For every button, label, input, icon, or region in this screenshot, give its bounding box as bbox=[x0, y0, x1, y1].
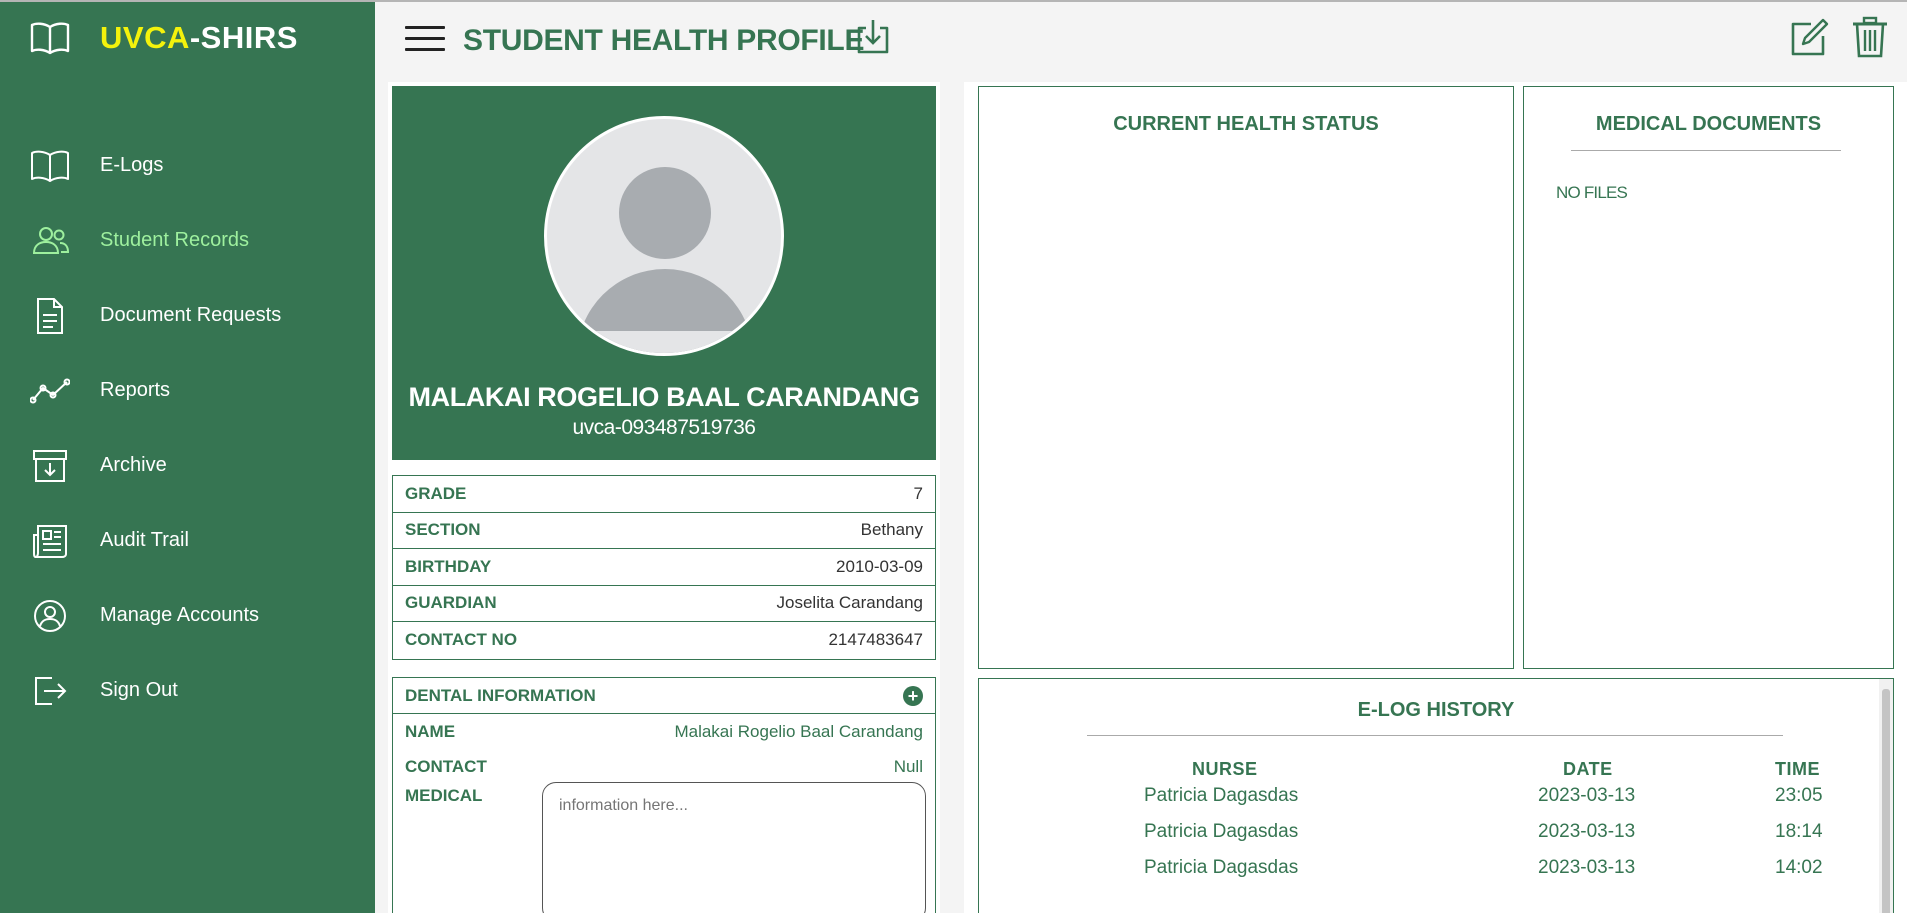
dental-name-row: NAME Malakai Rogelio Baal Carandang bbox=[393, 714, 935, 749]
brand-name-rest: -SHIRS bbox=[189, 20, 298, 55]
profile-column: MALAKAI ROGELIO BAAL CARANDANG uvca-0934… bbox=[388, 82, 940, 913]
info-row-grade: GRADE 7 bbox=[393, 476, 935, 513]
sidebar-item-label: E-Logs bbox=[100, 154, 164, 176]
sidebar-item-label: Sign Out bbox=[100, 679, 178, 701]
sidebar-item-label: Manage Accounts bbox=[100, 604, 259, 626]
info-value: Joselita Carandang bbox=[776, 593, 923, 613]
health-status-title: CURRENT HEALTH STATUS bbox=[1113, 113, 1379, 135]
info-row-birthday: BIRTHDAY 2010-03-09 bbox=[393, 549, 935, 586]
time-cell: 23:05 bbox=[1775, 785, 1823, 806]
sidebar-item-sign-out[interactable]: Sign Out bbox=[0, 653, 375, 728]
table-row[interactable]: Patricia Dagasdas 2023-03-13 18:14 bbox=[979, 821, 1879, 851]
date-cell: 2023-03-13 bbox=[1538, 857, 1636, 878]
dental-medical-row: MEDICAL bbox=[393, 782, 935, 913]
sidebar-item-e-logs[interactable]: E-Logs bbox=[0, 128, 375, 203]
dental-name-label: NAME bbox=[405, 721, 456, 741]
trash-icon[interactable] bbox=[1850, 16, 1890, 58]
student-info-table: GRADE 7 SECTION Bethany BIRTHDAY 2010-03-09… bbox=[392, 475, 936, 660]
info-row-guardian: GUARDIAN Joselita Carandang bbox=[393, 586, 935, 622]
avatar bbox=[544, 116, 784, 356]
sidebar-item-audit-trail[interactable]: Audit Trail bbox=[0, 503, 375, 578]
info-value: Bethany bbox=[860, 520, 923, 540]
dental-contact-label: CONTACT bbox=[405, 756, 487, 776]
info-label: BIRTHDAY bbox=[405, 556, 492, 576]
divider bbox=[1571, 150, 1841, 151]
scrollbar[interactable] bbox=[1879, 679, 1893, 913]
users-icon bbox=[32, 226, 70, 254]
add-icon[interactable]: + bbox=[903, 685, 923, 706]
scrollbar-thumb[interactable] bbox=[1882, 689, 1890, 913]
sidebar-item-label: Student Records bbox=[100, 229, 249, 251]
dental-medical-label: MEDICAL bbox=[405, 786, 483, 805]
page-title: STUDENT HEALTH PROFILE bbox=[463, 24, 865, 57]
brand-name: UVCA-SHIRS bbox=[100, 20, 298, 56]
column-header-nurse: NURSE bbox=[1192, 759, 1258, 779]
info-value: 2147483647 bbox=[828, 630, 923, 650]
menu-toggle-icon[interactable] bbox=[405, 26, 445, 56]
medical-documents-panel: MEDICAL DOCUMENTS NO FILES bbox=[1523, 86, 1894, 669]
table-row[interactable]: Patricia Dagasdas 2023-03-13 23:05 bbox=[979, 785, 1879, 815]
download-icon[interactable] bbox=[853, 16, 893, 56]
date-cell: 2023-03-13 bbox=[1538, 785, 1636, 806]
sidebar-item-reports[interactable]: Reports bbox=[0, 353, 375, 428]
info-label: SECTION bbox=[405, 520, 481, 540]
book-icon bbox=[31, 150, 69, 182]
sidebar-item-label: Archive bbox=[100, 454, 167, 476]
sidebar-nav: E-Logs Student Records Document Requests… bbox=[0, 128, 375, 728]
sidebar-item-manage-accounts[interactable]: Manage Accounts bbox=[0, 578, 375, 653]
dental-name-value: Malakai Rogelio Baal Carandang bbox=[674, 721, 923, 741]
sidebar-item-student-records[interactable]: Student Records bbox=[0, 203, 375, 278]
health-status-panel: CURRENT HEALTH STATUS bbox=[978, 86, 1514, 669]
table-row[interactable]: Patricia Dagasdas 2023-03-13 14:02 bbox=[979, 857, 1879, 887]
info-label: GRADE bbox=[405, 483, 467, 503]
info-value: 7 bbox=[913, 483, 923, 503]
info-value: 2010-03-09 bbox=[836, 556, 923, 576]
column-header-date: DATE bbox=[1563, 759, 1613, 779]
sign-out-icon bbox=[35, 676, 67, 705]
newspaper-icon bbox=[33, 524, 67, 558]
no-files-text: NO FILES bbox=[1556, 183, 1628, 202]
dental-title: DENTAL INFORMATION bbox=[405, 685, 596, 705]
elog-history-title: E-LOG HISTORY bbox=[1357, 699, 1515, 721]
edit-icon[interactable] bbox=[1789, 18, 1829, 58]
document-icon bbox=[37, 297, 63, 334]
time-cell: 14:02 bbox=[1775, 857, 1823, 878]
sidebar-item-label: Reports bbox=[100, 379, 171, 401]
sidebar-item-label: Document Requests bbox=[100, 304, 282, 326]
nurse-cell: Patricia Dagasdas bbox=[1144, 785, 1299, 806]
dental-information: DENTAL INFORMATION + NAME Malakai Rogelio… bbox=[392, 677, 936, 913]
top-bar: STUDENT HEALTH PROFILE bbox=[375, 2, 1907, 82]
right-column: CURRENT HEALTH STATUS MEDICAL DOCUMENTS … bbox=[964, 82, 1907, 913]
info-row-section: SECTION Bethany bbox=[393, 513, 935, 549]
user-circle-icon bbox=[34, 599, 66, 632]
column-header-time: TIME bbox=[1775, 759, 1820, 779]
info-label: CONTACT NO bbox=[405, 630, 518, 650]
date-cell: 2023-03-13 bbox=[1538, 821, 1636, 842]
sidebar-item-archive[interactable]: Archive bbox=[0, 428, 375, 503]
time-cell: 18:14 bbox=[1775, 821, 1823, 842]
book-icon bbox=[30, 22, 70, 55]
elog-history-panel: E-LOG HISTORY NURSE DATE TIME Patricia D… bbox=[978, 678, 1894, 913]
dental-contact-value: Null bbox=[893, 756, 923, 776]
sidebar-item-document-requests[interactable]: Document Requests bbox=[0, 278, 375, 353]
dental-header: DENTAL INFORMATION + bbox=[393, 678, 935, 714]
medical-documents-title: MEDICAL DOCUMENTS bbox=[1595, 113, 1822, 135]
brand-name-highlight: UVCA bbox=[100, 20, 190, 55]
chart-line-icon bbox=[30, 378, 70, 403]
nurse-cell: Patricia Dagasdas bbox=[1144, 821, 1299, 842]
info-label: GUARDIAN bbox=[405, 593, 497, 613]
info-row-contact: CONTACT NO 2147483647 bbox=[393, 622, 935, 659]
nurse-cell: Patricia Dagasdas bbox=[1144, 857, 1299, 878]
archive-icon bbox=[33, 449, 67, 482]
profile-card: MALAKAI ROGELIO BAAL CARANDANG uvca-0934… bbox=[392, 86, 936, 460]
brand[interactable]: UVCA-SHIRS bbox=[30, 20, 298, 56]
medical-information-field[interactable] bbox=[542, 782, 926, 913]
sidebar-item-label: Audit Trail bbox=[100, 529, 189, 551]
dental-contact-row: CONTACT Null bbox=[393, 749, 935, 784]
student-id: uvca-093487519736 bbox=[572, 416, 756, 439]
student-name: MALAKAI ROGELIO BAAL CARANDANG bbox=[408, 382, 920, 412]
sidebar: UVCA-SHIRS E-Logs Student Records Docume… bbox=[0, 2, 375, 913]
divider bbox=[1087, 735, 1783, 736]
